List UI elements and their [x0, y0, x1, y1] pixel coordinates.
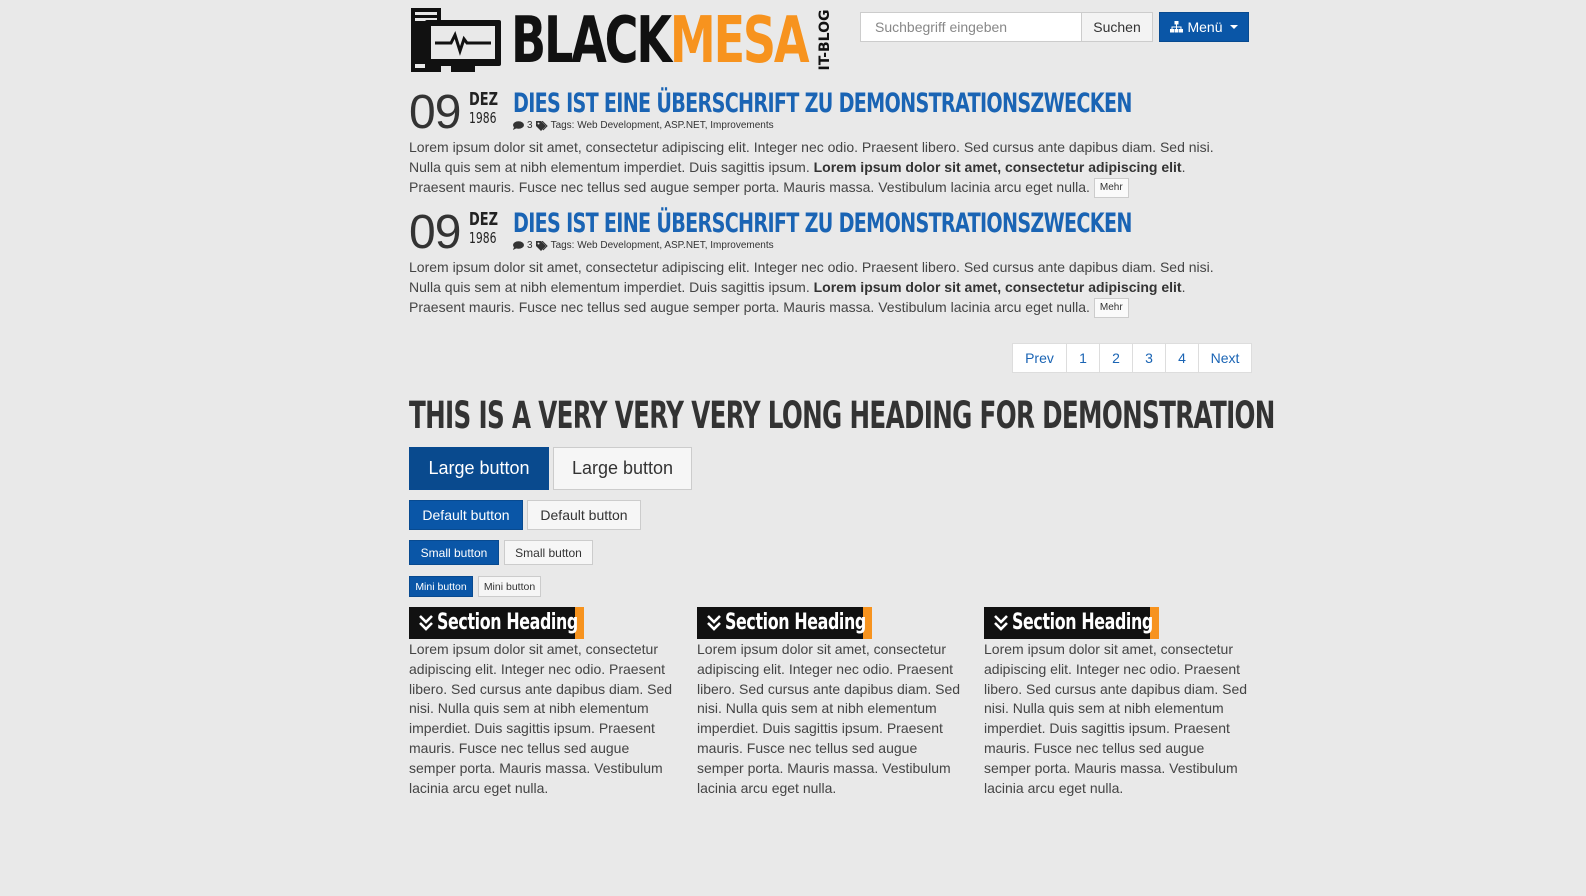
small-default-button[interactable]: Small button [504, 540, 593, 565]
site-logo[interactable]: BLACKMESA IT-BLOG [411, 4, 837, 78]
section-title: Section Heading [1012, 610, 1153, 635]
site-header: BLACKMESA IT-BLOG Suchen Menü [409, 0, 1249, 88]
post-meta: 3 Tags: Web Development, ASP.NET, Improv… [513, 120, 774, 131]
more-button[interactable]: Mehr [1093, 178, 1129, 199]
large-primary-button[interactable]: Large button [409, 447, 549, 490]
double-chevron-down-icon [994, 615, 1008, 631]
monitor-pulse-icon [411, 8, 501, 72]
default-primary-button[interactable]: Default button [409, 500, 523, 530]
date-month: DEZ [469, 209, 499, 230]
pagination: Prev 1 2 3 4 Next [1012, 343, 1252, 373]
section-heading: Section Heading [697, 607, 965, 639]
section-heading: Section Heading [409, 607, 677, 639]
large-default-button[interactable]: Large button [553, 447, 692, 490]
section-text: Lorem ipsum dolor sit amet, consectetur … [984, 641, 1248, 796]
page: BLACKMESA IT-BLOG Suchen Menü [409, 0, 1275, 796]
blog-post: 09 DEZ 1986 Dies ist eine Überschrift zu… [409, 88, 1249, 208]
post-title-link[interactable]: Dies ist eine Überschrift zu Demonstrati… [513, 88, 1132, 120]
post-tags[interactable]: Tags: Web Development, ASP.NET, Improvem… [551, 240, 774, 251]
logo-subtitle: IT-BLOG [815, 8, 837, 72]
search-input[interactable] [860, 12, 1081, 42]
search-form: Suchen [860, 12, 1153, 42]
section-column: Section Heading Lorem ipsum dolor sit am… [697, 607, 965, 798]
comment-icon [513, 121, 524, 130]
logo-wordmark: BLACKMESA [511, 4, 810, 78]
section-column: Section Heading Lorem ipsum dolor sit am… [984, 607, 1252, 798]
mini-default-button[interactable]: Mini button [478, 576, 541, 597]
excerpt-bold: Lorem ipsum dolor sit amet, consectetur … [813, 279, 1182, 295]
date-month: DEZ [469, 89, 499, 110]
logo-text-black: BLACK [511, 4, 672, 78]
pagination-page[interactable]: 1 [1066, 343, 1100, 373]
post-meta: 3 Tags: Web Development, ASP.NET, Improv… [513, 240, 774, 251]
post-excerpt: Lorem ipsum dolor sit amet, consectetur … [409, 137, 1229, 199]
comment-count[interactable]: 3 [527, 120, 533, 131]
post-date: 09 DEZ 1986 [409, 88, 509, 138]
search-button[interactable]: Suchen [1081, 12, 1153, 42]
demo-heading: This is a very very very long heading fo… [409, 394, 1275, 437]
tags-icon [535, 120, 548, 131]
date-year: 1986 [469, 109, 497, 127]
comment-count[interactable]: 3 [527, 240, 533, 251]
pagination-page[interactable]: 4 [1165, 343, 1199, 373]
section-text: Lorem ipsum dolor sit amet, consectetur … [409, 641, 673, 796]
post-excerpt: Lorem ipsum dolor sit amet, consectetur … [409, 257, 1229, 319]
date-year: 1986 [469, 229, 497, 247]
pagination-prev[interactable]: Prev [1012, 343, 1067, 373]
pagination-next[interactable]: Next [1198, 343, 1252, 373]
date-day: 09 [409, 86, 461, 139]
excerpt-bold: Lorem ipsum dolor sit amet, consectetur … [813, 159, 1182, 175]
double-chevron-down-icon [419, 615, 433, 631]
logo-text-mesa: MESA [669, 4, 810, 78]
caret-down-icon [1229, 25, 1238, 29]
pagination-page[interactable]: 2 [1099, 343, 1133, 373]
mini-primary-button[interactable]: Mini button [409, 576, 473, 597]
tags-icon [535, 240, 548, 251]
blog-post: 09 DEZ 1986 Dies ist eine Überschrift zu… [409, 208, 1249, 343]
sitemap-icon [1170, 21, 1184, 33]
small-primary-button[interactable]: Small button [409, 540, 499, 565]
date-day: 09 [409, 206, 461, 259]
comment-icon [513, 241, 524, 250]
logo-subtitle-text: IT-BLOG [817, 9, 833, 71]
section-title: Section Heading [725, 610, 866, 635]
post-date: 09 DEZ 1986 [409, 208, 509, 258]
post-tags[interactable]: Tags: Web Development, ASP.NET, Improvem… [551, 120, 774, 131]
section-heading: Section Heading [984, 607, 1252, 639]
section-column: Section Heading Lorem ipsum dolor sit am… [409, 607, 677, 798]
double-chevron-down-icon [707, 615, 721, 631]
more-button[interactable]: Mehr [1093, 298, 1129, 319]
menu-button[interactable]: Menü [1159, 12, 1249, 42]
section-text: Lorem ipsum dolor sit amet, consectetur … [697, 641, 961, 796]
default-default-button[interactable]: Default button [527, 500, 641, 530]
section-title: Section Heading [437, 610, 578, 635]
menu-label: Menü [1187, 19, 1223, 35]
post-title-link[interactable]: Dies ist eine Überschrift zu Demonstrati… [513, 208, 1132, 240]
pagination-page[interactable]: 3 [1132, 343, 1166, 373]
